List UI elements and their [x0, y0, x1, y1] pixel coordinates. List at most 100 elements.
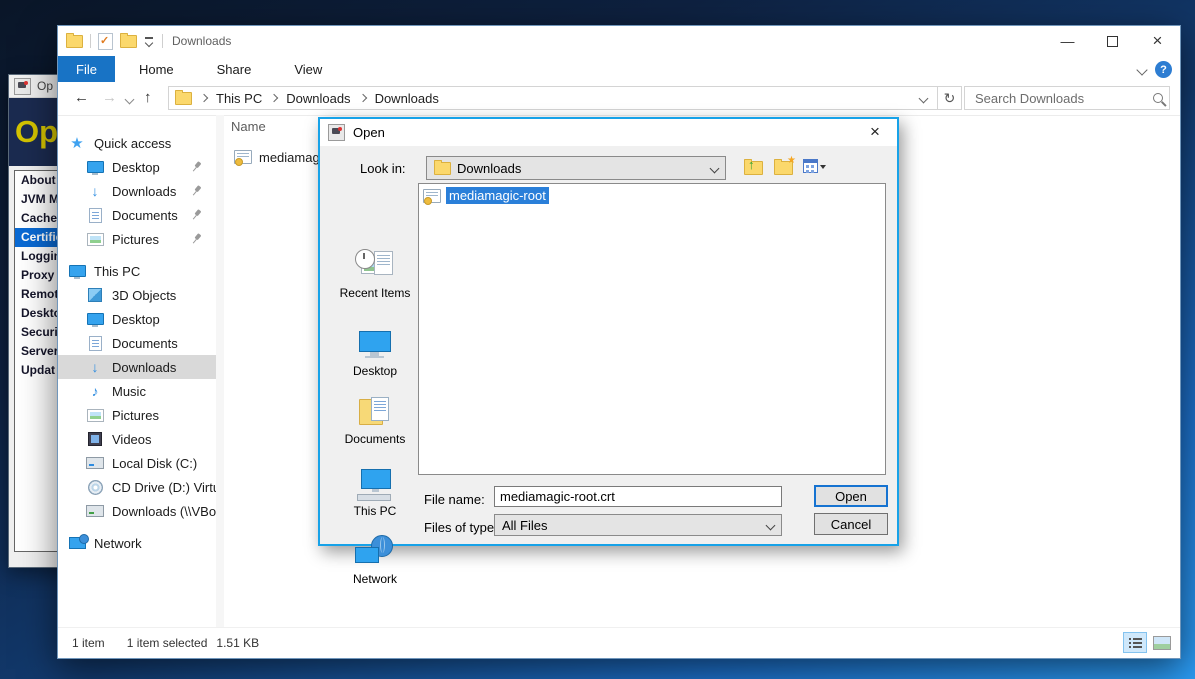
dialog-file-list[interactable]: mediamagic-root — [418, 183, 886, 475]
documents-icon — [89, 336, 102, 351]
desktop-icon — [87, 313, 104, 325]
dialog-close-button[interactable]: × — [865, 122, 885, 142]
help-button[interactable]: ? — [1155, 61, 1172, 78]
pin-icon — [188, 231, 205, 248]
place-this-pc[interactable]: This PC — [330, 467, 420, 518]
open-dialog: Open × Look in: Downloads ↑ ★ — [318, 117, 899, 546]
files-of-type-combobox[interactable]: All Files — [494, 514, 782, 536]
folder-icon[interactable] — [66, 35, 83, 48]
search-box[interactable] — [964, 86, 1170, 110]
file-item[interactable]: mediamagic — [234, 147, 329, 167]
recent-locations-icon[interactable] — [125, 95, 135, 105]
back-button[interactable]: ← — [74, 89, 89, 107]
breadcrumb-downloads[interactable]: Downloads — [286, 91, 350, 106]
search-icon[interactable] — [1153, 93, 1163, 103]
sidebar-item-desktop-pc[interactable]: Desktop — [58, 307, 216, 331]
sidebar-item-quick-access[interactable]: ★ Quick access — [58, 131, 216, 155]
sidebar-item-documents[interactable]: Documents — [58, 203, 216, 227]
details-view-icon — [1129, 637, 1142, 648]
sidebar-item-music[interactable]: ♪ Music — [58, 379, 216, 403]
thumbnails-view-button[interactable] — [1150, 632, 1174, 653]
this-pc-icon — [69, 265, 86, 277]
up-arrow-icon: ↑ — [748, 157, 755, 172]
dialog-toolbar: ↑ ★ — [743, 158, 825, 176]
dialog-file-item[interactable]: mediamagic-root — [423, 187, 549, 204]
control-panel-title: Op — [37, 79, 53, 93]
breadcrumb-downloads-leaf[interactable]: Downloads — [375, 91, 439, 106]
explorer-titlebar[interactable]: Downloads — × — [58, 26, 1180, 56]
tab-home[interactable]: Home — [124, 56, 189, 82]
dialog-file-item-label: mediamagic-root — [446, 187, 549, 204]
up-one-level-button[interactable]: ↑ — [743, 158, 765, 176]
cancel-button[interactable]: Cancel — [814, 513, 888, 535]
this-pc-icon — [353, 467, 397, 501]
address-dropdown-icon[interactable] — [919, 93, 929, 103]
look-in-label: Look in: — [360, 161, 406, 176]
status-bar: 1 item 1 item selected 1.51 KB — [58, 627, 1180, 658]
sidebar-item-this-pc[interactable]: This PC — [58, 259, 216, 283]
sidebar-item-desktop[interactable]: Desktop — [58, 155, 216, 179]
minimize-button[interactable]: — — [1045, 26, 1090, 56]
breadcrumb-this-pc[interactable]: This PC — [216, 91, 262, 106]
up-button[interactable]: ↑ — [144, 89, 152, 107]
dialog-title: Open — [353, 125, 385, 140]
network-drive-icon — [86, 505, 104, 517]
sidebar-item-local-disk[interactable]: Local Disk (C:) — [58, 451, 216, 475]
open-button[interactable]: Open — [814, 485, 888, 507]
sidebar-item-pictures[interactable]: Pictures — [58, 227, 216, 251]
hard-drive-icon — [86, 457, 104, 469]
place-network[interactable]: Network — [330, 535, 420, 586]
desktop-icon — [353, 327, 397, 361]
files-of-type-value: All Files — [502, 518, 548, 533]
tab-file[interactable]: File — [58, 56, 115, 82]
look-in-value: Downloads — [457, 161, 521, 176]
sidebar-scrollbar[interactable] — [216, 115, 224, 628]
file-name-input[interactable] — [494, 486, 782, 507]
sidebar-item-pictures-pc[interactable]: Pictures — [58, 403, 216, 427]
sidebar-item-cd-drive[interactable]: CD Drive (D:) Virtua — [58, 475, 216, 499]
column-header-name[interactable]: Name — [231, 119, 266, 134]
view-toggles — [1123, 632, 1174, 653]
chevron-down-icon — [766, 520, 776, 530]
window-title: Downloads — [172, 34, 231, 48]
forward-button[interactable]: → — [102, 89, 117, 107]
address-bar[interactable]: This PC Downloads Downloads — [168, 86, 938, 110]
sidebar-item-downloads[interactable]: ↓ Downloads — [58, 179, 216, 203]
close-button[interactable]: × — [1135, 26, 1180, 56]
view-menu-button[interactable] — [803, 158, 825, 176]
desktop-icon — [87, 161, 104, 173]
sidebar-item-documents-pc[interactable]: Documents — [58, 331, 216, 355]
tab-share[interactable]: Share — [202, 56, 267, 82]
chevron-right-icon — [358, 94, 366, 102]
sidebar-item-vbox-downloads[interactable]: Downloads (\\VBox — [58, 499, 216, 523]
chevron-right-icon — [270, 94, 278, 102]
create-new-folder-button[interactable]: ★ — [773, 158, 795, 176]
files-of-type-label: Files of type: — [424, 520, 498, 535]
place-recent-items[interactable]: Recent Items — [330, 249, 420, 300]
look-in-combobox[interactable]: Downloads — [426, 156, 726, 180]
sidebar-item-videos[interactable]: Videos — [58, 427, 216, 451]
place-desktop[interactable]: Desktop — [330, 327, 420, 378]
place-documents[interactable]: Documents — [330, 395, 420, 446]
status-selection-size: 1.51 KB — [216, 636, 259, 650]
documents-icon — [89, 208, 102, 223]
ribbon-expand-icon[interactable] — [1136, 64, 1147, 75]
window-controls: — × — [1045, 26, 1180, 56]
chevron-right-icon — [200, 94, 208, 102]
pin-icon — [188, 159, 205, 176]
sidebar-item-3d-objects[interactable]: 3D Objects — [58, 283, 216, 307]
sidebar-item-network[interactable]: Network — [58, 531, 216, 555]
search-input[interactable] — [973, 90, 1153, 107]
customize-toolbar-icon[interactable] — [144, 36, 155, 46]
properties-icon[interactable] — [98, 33, 113, 50]
maximize-button[interactable] — [1090, 26, 1135, 56]
tab-view[interactable]: View — [279, 56, 337, 82]
sidebar-item-downloads-pc[interactable]: ↓ Downloads — [58, 355, 216, 379]
videos-icon — [88, 432, 102, 446]
dialog-titlebar[interactable]: Open × — [320, 119, 897, 146]
breadcrumb-folder-icon — [175, 92, 192, 105]
thumbnails-view-icon — [1153, 636, 1171, 650]
details-view-button[interactable] — [1123, 632, 1147, 653]
new-folder-icon[interactable] — [120, 35, 137, 48]
refresh-button[interactable]: ↻ — [938, 86, 962, 110]
